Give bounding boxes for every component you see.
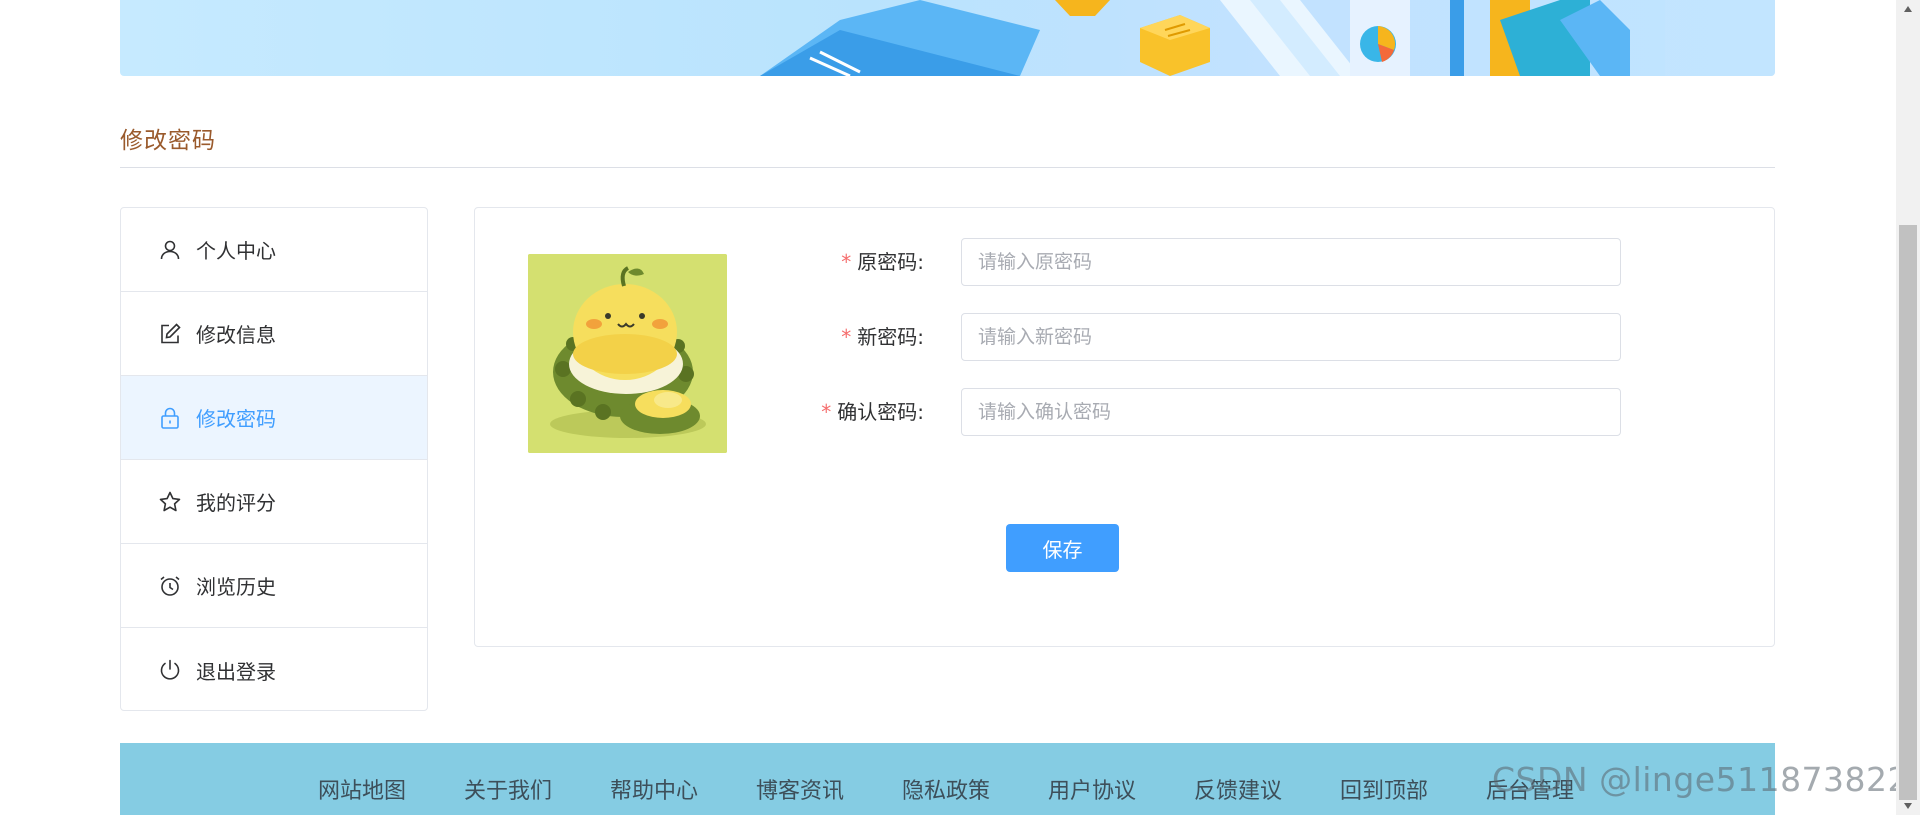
footer-link-privacy-policy[interactable]: 隐私政策 [902, 773, 1048, 805]
sidebar-menu: 个人中心 修改信息 修改密码 我的评分 浏览历史 退出登录 [120, 207, 428, 711]
new-password-input[interactable] [961, 313, 1621, 361]
form-row-confirm-password: * 确认密码: [475, 388, 1776, 436]
footer-links: 网站地图 关于我们 帮助中心 博客资讯 隐私政策 用户协议 反馈建议 回到顶部 … [318, 773, 1632, 805]
confirm-password-label: * 确认密码: [821, 400, 924, 424]
sidebar-item-change-password[interactable]: 修改密码 [121, 376, 427, 460]
sidebar-item-my-ratings[interactable]: 我的评分 [121, 460, 427, 544]
footer-link-help-center[interactable]: 帮助中心 [610, 773, 756, 805]
sidebar-item-browse-history[interactable]: 浏览历史 [121, 544, 427, 628]
sidebar-item-label: 浏览历史 [196, 575, 276, 599]
sidebar-item-label: 修改密码 [196, 407, 276, 431]
star-icon [158, 490, 182, 514]
power-icon [158, 658, 182, 682]
old-password-input[interactable] [961, 238, 1621, 286]
footer-link-user-agreement[interactable]: 用户协议 [1048, 773, 1194, 805]
scroll-thumb[interactable] [1899, 225, 1917, 800]
footer-link-about-us[interactable]: 关于我们 [464, 773, 610, 805]
sidebar-item-label: 退出登录 [196, 659, 276, 684]
old-password-label: * 原密码: [841, 250, 924, 274]
footer-link-feedback[interactable]: 反馈建议 [1194, 773, 1340, 805]
user-icon [158, 238, 182, 262]
form-row-old-password: * 原密码: [475, 238, 1776, 286]
alarm-clock-icon [158, 574, 182, 598]
required-mark: * [841, 250, 852, 274]
footer-link-sitemap[interactable]: 网站地图 [318, 773, 464, 805]
top-banner [120, 0, 1775, 76]
required-mark: * [821, 400, 832, 424]
sidebar-item-label: 我的评分 [196, 491, 276, 515]
page-title: 修改密码 [120, 128, 216, 154]
banner-illustration [760, 0, 1775, 76]
vertical-scrollbar[interactable] [1896, 0, 1920, 815]
footer-link-back-to-top[interactable]: 回到顶部 [1340, 773, 1486, 805]
sidebar-item-label: 个人中心 [196, 239, 276, 263]
scroll-up-arrow-icon[interactable] [1896, 0, 1920, 18]
new-password-label: * 新密码: [841, 325, 924, 349]
sidebar-item-personal-center[interactable]: 个人中心 [121, 208, 427, 292]
required-mark: * [841, 325, 852, 349]
sidebar-item-label: 修改信息 [196, 323, 276, 347]
confirm-password-input[interactable] [961, 388, 1621, 436]
lock-icon [158, 406, 182, 430]
scroll-down-arrow-icon[interactable] [1896, 797, 1920, 815]
save-button[interactable]: 保存 [1006, 524, 1119, 572]
sidebar-item-logout[interactable]: 退出登录 [121, 628, 427, 710]
watermark: CSDN @linge511873822 [1492, 760, 1910, 799]
title-divider [120, 167, 1775, 168]
password-form-card: * 原密码: * 新密码: * 确认密码: 保存 [474, 207, 1775, 647]
sidebar-item-edit-info[interactable]: 修改信息 [121, 292, 427, 376]
form-row-new-password: * 新密码: [475, 313, 1776, 361]
edit-icon [158, 322, 182, 346]
footer-link-blog[interactable]: 博客资讯 [756, 773, 902, 805]
